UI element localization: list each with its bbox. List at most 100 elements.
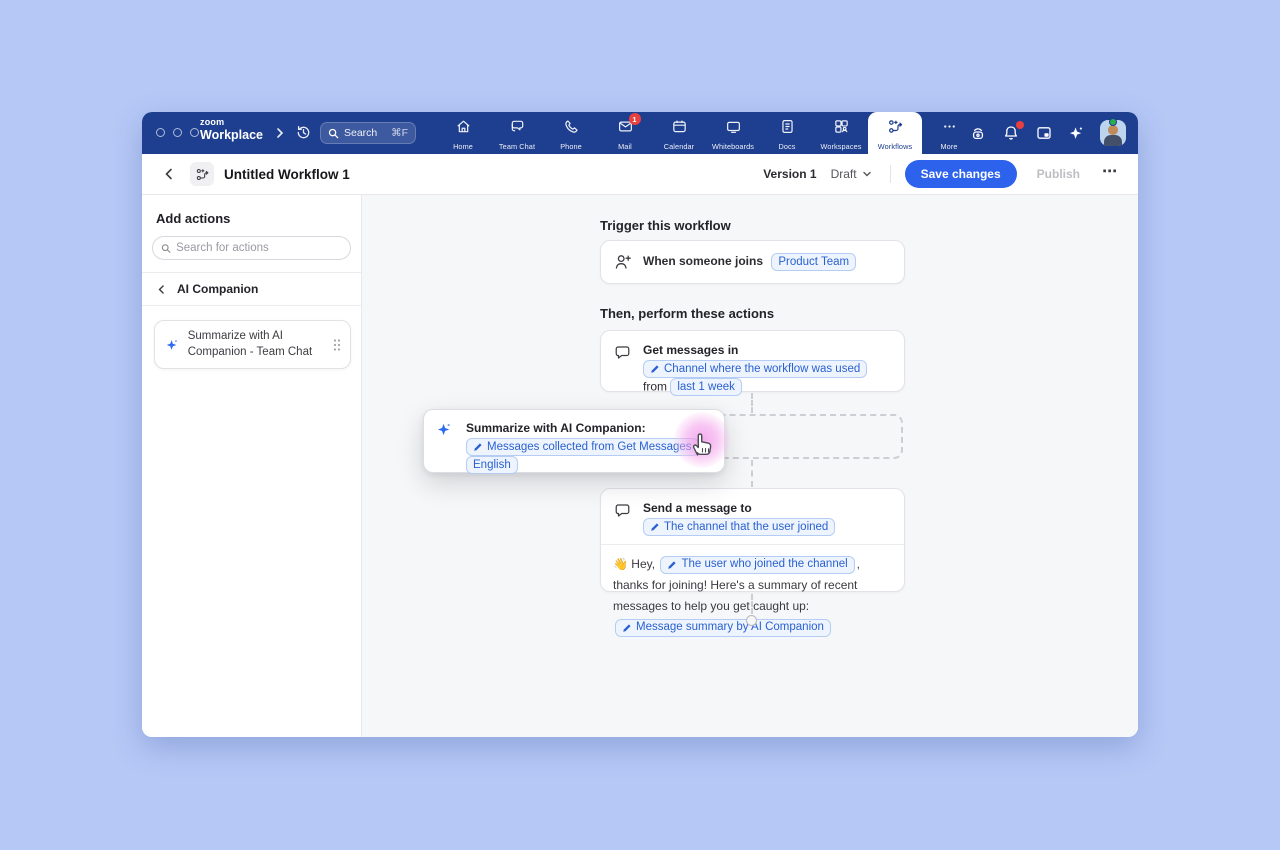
tab-calendar[interactable]: Calendar xyxy=(652,112,706,154)
category-label: AI Companion xyxy=(177,282,258,296)
zoom-workplace-window: zoom Workplace Search ⌘F Home xyxy=(142,112,1138,737)
notifications-bell-icon[interactable] xyxy=(1002,124,1020,142)
back-chevron-icon xyxy=(162,167,176,181)
more-icon xyxy=(941,118,958,135)
target-channel-pill[interactable]: The channel that the user joined xyxy=(643,518,835,536)
panel-layout-icon[interactable] xyxy=(1035,124,1053,142)
pencil-icon xyxy=(473,442,483,452)
drag-card-title: Summarize with AI Companion: xyxy=(466,420,714,437)
pencil-icon xyxy=(667,560,677,570)
search-placeholder: Search xyxy=(344,127,377,139)
ai-sparkle-icon xyxy=(165,337,180,353)
save-changes-button[interactable]: Save changes xyxy=(905,160,1017,188)
expand-chevron-icon[interactable] xyxy=(273,125,287,146)
connector-line xyxy=(751,594,753,614)
home-icon xyxy=(455,118,472,135)
ai-companion-icon[interactable] xyxy=(1068,125,1085,142)
back-chevron-icon xyxy=(156,284,167,295)
search-icon xyxy=(161,243,171,254)
connector-line xyxy=(751,393,753,413)
message-text: Hey, xyxy=(631,557,655,571)
close-window-icon[interactable] xyxy=(156,128,165,137)
tab-mail[interactable]: 1 Mail xyxy=(598,112,652,154)
connector-word: from xyxy=(643,380,667,394)
workflow-titlebar: Untitled Workflow 1 Version 1 Draft Save… xyxy=(142,154,1138,195)
trigger-text: When someone joins xyxy=(643,254,763,268)
workflow-title: Untitled Workflow 1 xyxy=(224,167,350,182)
team-pill[interactable]: Product Team xyxy=(771,253,856,271)
maximize-window-icon[interactable] xyxy=(190,128,199,137)
action-item-summarize-ai-companion[interactable]: Summarize with AI Companion - Team Chat xyxy=(154,320,351,369)
back-button[interactable] xyxy=(158,163,180,185)
channel-pill[interactable]: Channel where the workflow was used xyxy=(643,360,867,378)
tab-home[interactable]: Home xyxy=(436,112,490,154)
messages-input-pill[interactable]: Messages collected from Get Messages xyxy=(466,438,699,456)
status-dropdown[interactable]: Draft xyxy=(827,164,876,184)
history-icon[interactable] xyxy=(295,124,312,146)
nav-tabs: Home Team Chat Phone 1 Mail Calendar xyxy=(436,112,976,154)
actions-search-input[interactable] xyxy=(176,242,342,254)
actions-heading: Then, perform these actions xyxy=(600,306,774,321)
time-range-pill[interactable]: last 1 week xyxy=(670,378,742,396)
zoom-workplace-logo: zoom Workplace xyxy=(200,118,263,142)
tab-more[interactable]: More xyxy=(922,112,976,154)
wave-emoji: 👋 xyxy=(613,557,628,571)
language-pill[interactable]: English xyxy=(466,456,518,474)
status-available-dot xyxy=(1109,118,1117,126)
version-label: Version 1 xyxy=(763,167,816,181)
tab-team-chat[interactable]: Team Chat xyxy=(490,112,544,154)
calendar-icon xyxy=(671,118,688,135)
window-controls[interactable] xyxy=(156,128,199,137)
devices-icon[interactable] xyxy=(969,124,987,142)
tab-phone[interactable]: Phone xyxy=(544,112,598,154)
send-message-title: Send a message to xyxy=(643,500,835,517)
ai-sparkle-icon xyxy=(436,421,456,438)
workflow-end-node[interactable] xyxy=(746,615,757,626)
workflows-icon xyxy=(887,118,904,135)
get-messages-card[interactable]: Get messages in Channel where the workfl… xyxy=(600,330,905,392)
chat-bubble-icon xyxy=(613,343,633,362)
phone-icon xyxy=(563,118,580,135)
top-navbar: zoom Workplace Search ⌘F Home xyxy=(142,112,1138,154)
user-pill[interactable]: The user who joined the channel xyxy=(660,556,854,574)
chat-bubble-icon xyxy=(613,501,633,520)
pencil-icon xyxy=(650,364,660,374)
desktop-background: zoom Workplace Search ⌘F Home xyxy=(0,0,1280,850)
trigger-heading: Trigger this workflow xyxy=(600,218,731,233)
search-shortcut: ⌘F xyxy=(391,127,408,139)
actions-search-box[interactable] xyxy=(152,236,351,260)
connector-word: in xyxy=(702,440,711,454)
workflow-file-icon xyxy=(190,162,214,186)
drag-handle-icon[interactable] xyxy=(332,338,342,352)
dragging-summarize-card[interactable]: Summarize with AI Companion: Messages co… xyxy=(423,409,725,473)
status-value: Draft xyxy=(831,167,857,181)
workflow-canvas: Trigger this workflow When someone joins… xyxy=(362,195,1138,737)
notification-dot xyxy=(1016,121,1024,129)
team-chat-icon xyxy=(509,118,526,135)
more-options-button[interactable]: ⋯ xyxy=(1100,162,1122,186)
sidebar-heading: Add actions xyxy=(142,195,361,236)
search-icon xyxy=(328,128,339,139)
global-search-input[interactable]: Search ⌘F xyxy=(320,122,416,144)
whiteboards-icon xyxy=(725,118,742,135)
category-back-ai-companion[interactable]: AI Companion xyxy=(142,273,361,305)
send-message-card[interactable]: Send a message to The channel that the u… xyxy=(600,488,905,592)
trigger-card[interactable]: When someone joins Product Team xyxy=(600,240,905,284)
chevron-down-icon xyxy=(862,169,872,179)
action-item-label: Summarize with AI Companion - Team Chat xyxy=(188,329,324,360)
mail-badge: 1 xyxy=(629,113,641,125)
logo-workplace-text: Workplace xyxy=(200,129,263,142)
tab-workflows[interactable]: Workflows xyxy=(868,112,922,154)
navbar-utilities xyxy=(969,112,1126,154)
tab-whiteboards[interactable]: Whiteboards xyxy=(706,112,760,154)
minimize-window-icon[interactable] xyxy=(173,128,182,137)
workspaces-icon xyxy=(833,118,850,135)
tab-docs[interactable]: Docs xyxy=(760,112,814,154)
get-messages-title: Get messages in xyxy=(643,342,894,359)
publish-button: Publish xyxy=(1027,160,1090,188)
tab-workspaces[interactable]: Workspaces xyxy=(814,112,868,154)
titlebar-divider xyxy=(890,165,891,183)
user-add-icon xyxy=(613,252,633,272)
connector-line xyxy=(751,460,753,487)
summary-pill[interactable]: Message summary by AI Companion xyxy=(615,619,831,637)
